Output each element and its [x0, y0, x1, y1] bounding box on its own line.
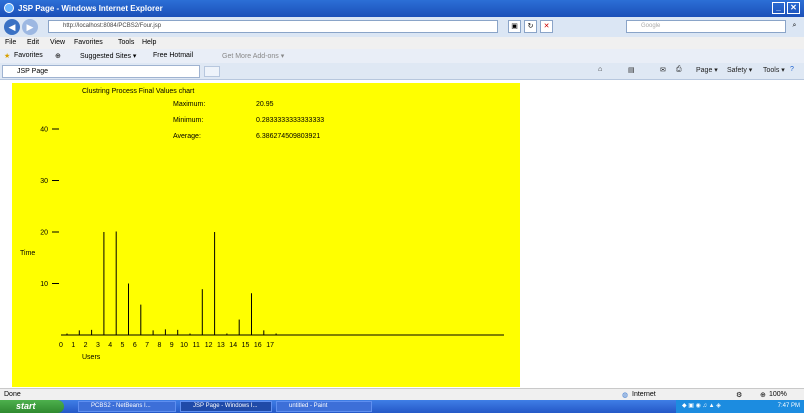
x-tick-label: 17: [266, 342, 274, 349]
get-addons-link[interactable]: Get More Add-ons ▾: [222, 52, 284, 60]
stat-min-value: 0.2833333333333333: [256, 117, 324, 124]
x-tick-label: 2: [84, 342, 88, 349]
stat-max-value: 20.95: [256, 101, 274, 108]
window-title-bar: JSP Page - Windows Internet Explorer _ ✕: [0, 0, 804, 17]
zoom-level[interactable]: 100%: [769, 391, 787, 398]
help-icon[interactable]: ?: [790, 66, 794, 73]
favorites-bar: ★ Favorites ⊕ Suggested Sites ▾ Free Hot…: [0, 49, 804, 63]
stat-avg-value: 6.386274509803921: [256, 133, 320, 140]
menu-file[interactable]: File: [5, 39, 16, 46]
protected-mode-icon[interactable]: ⚙: [736, 391, 742, 399]
address-bar: ◀ ▶ http://localhost:8084/PCBS2/Four.jsp…: [0, 17, 804, 37]
forward-button[interactable]: ▶: [22, 19, 38, 35]
taskbar-netbeans[interactable]: PCBS2 - NetBeans I...: [78, 401, 176, 412]
x-tick-label: 0: [59, 342, 63, 349]
compat-view-icon[interactable]: ▣: [508, 20, 521, 33]
menu-view[interactable]: View: [50, 39, 65, 46]
tray-icons[interactable]: ◆ ▣ ◉ ♫ ▲ ◈: [682, 400, 721, 413]
home-icon[interactable]: ⌂: [598, 66, 602, 73]
x-tick-label: 8: [157, 342, 161, 349]
bar-chart: Clustring Process Final Values chart Max…: [20, 88, 504, 361]
x-tick-label: 11: [193, 342, 200, 349]
menu-tools[interactable]: Tools: [118, 39, 134, 46]
x-tick-label: 12: [205, 342, 213, 349]
tools-menu[interactable]: Tools ▾: [763, 66, 785, 74]
globe-icon: ◍: [622, 392, 629, 399]
read-mail-icon[interactable]: ✉: [660, 66, 666, 74]
url-input[interactable]: http://localhost:8084/PCBS2/Four.jsp: [48, 20, 498, 33]
security-zone: Internet: [632, 391, 656, 398]
chart-title: Clustring Process Final Values chart: [82, 88, 194, 95]
menu-help[interactable]: Help: [142, 39, 156, 46]
x-tick-label: 4: [108, 342, 112, 349]
free-hotmail-link[interactable]: Free Hotmail: [153, 52, 193, 59]
x-tick-label: 7: [145, 342, 149, 349]
tab-jsp-page[interactable]: JSP Page: [2, 65, 200, 78]
refresh-icon[interactable]: ↻: [524, 20, 537, 33]
taskbar-ie[interactable]: JSP Page - Windows I...: [180, 401, 272, 412]
x-tick-label: 9: [170, 342, 174, 349]
y-tick-label: 10: [40, 281, 48, 288]
stat-max-label: Maximum:: [173, 101, 205, 108]
start-button[interactable]: start: [0, 400, 64, 413]
new-tab-button[interactable]: [204, 66, 220, 77]
favorites-button[interactable]: Favorites: [14, 52, 43, 59]
menu-favorites[interactable]: Favorites: [74, 39, 103, 46]
x-tick-label: 3: [96, 342, 100, 349]
search-input[interactable]: Google: [626, 20, 786, 33]
tab-bar: JSP Page ⌂ ▤ ✉ ⎙ Page ▾ Safety ▾ Tools ▾…: [0, 63, 804, 80]
x-tick-label: 10: [180, 342, 188, 349]
feeds-icon[interactable]: ▤: [628, 66, 635, 74]
zoom-icon[interactable]: ⊕: [760, 391, 766, 399]
page-menu[interactable]: Page ▾: [696, 66, 718, 74]
x-tick-label: 5: [121, 342, 125, 349]
x-tick-label: 6: [133, 342, 137, 349]
x-tick-label: 1: [71, 342, 75, 349]
y-tick-label: 30: [40, 178, 48, 185]
favorites-star-icon: ★: [4, 53, 11, 60]
x-tick-label: 14: [229, 342, 237, 349]
stat-avg-label: Average:: [173, 133, 201, 140]
close-button[interactable]: ✕: [787, 2, 800, 14]
y-axis-label: Time: [20, 250, 35, 257]
x-axis-label: Users: [82, 354, 101, 361]
taskbar-paint[interactable]: untitled - Paint: [276, 401, 372, 412]
suggested-sites-link[interactable]: Suggested Sites ▾: [80, 52, 136, 60]
stop-icon[interactable]: ✕: [540, 20, 553, 33]
y-tick-label: 40: [40, 127, 48, 134]
window-title: JSP Page - Windows Internet Explorer: [18, 4, 163, 13]
print-icon[interactable]: ⎙: [676, 66, 682, 74]
x-tick-label: 16: [254, 342, 262, 349]
clock: 7:47 PM: [777, 403, 800, 409]
safety-menu[interactable]: Safety ▾: [727, 66, 752, 74]
back-button[interactable]: ◀: [4, 19, 20, 35]
minimize-button[interactable]: _: [772, 2, 785, 14]
stat-min-label: Minimum:: [173, 117, 203, 124]
y-tick-label: 20: [40, 230, 48, 237]
taskbar: start PCBS2 - NetBeans I... JSP Page - W…: [0, 400, 804, 413]
menu-edit[interactable]: Edit: [27, 39, 39, 46]
add-favorite-icon[interactable]: ⊕: [55, 52, 61, 60]
search-icon[interactable]: ⌕: [788, 20, 801, 33]
system-tray: ◆ ▣ ◉ ♫ ▲ ◈ 7:47 PM: [676, 400, 804, 413]
x-tick-label: 15: [242, 342, 250, 349]
x-tick-label: 13: [217, 342, 225, 349]
status-text: Done: [4, 391, 21, 398]
chart-panel: Clustring Process Final Values chart Max…: [12, 83, 520, 387]
ie-logo-icon: [4, 3, 14, 13]
